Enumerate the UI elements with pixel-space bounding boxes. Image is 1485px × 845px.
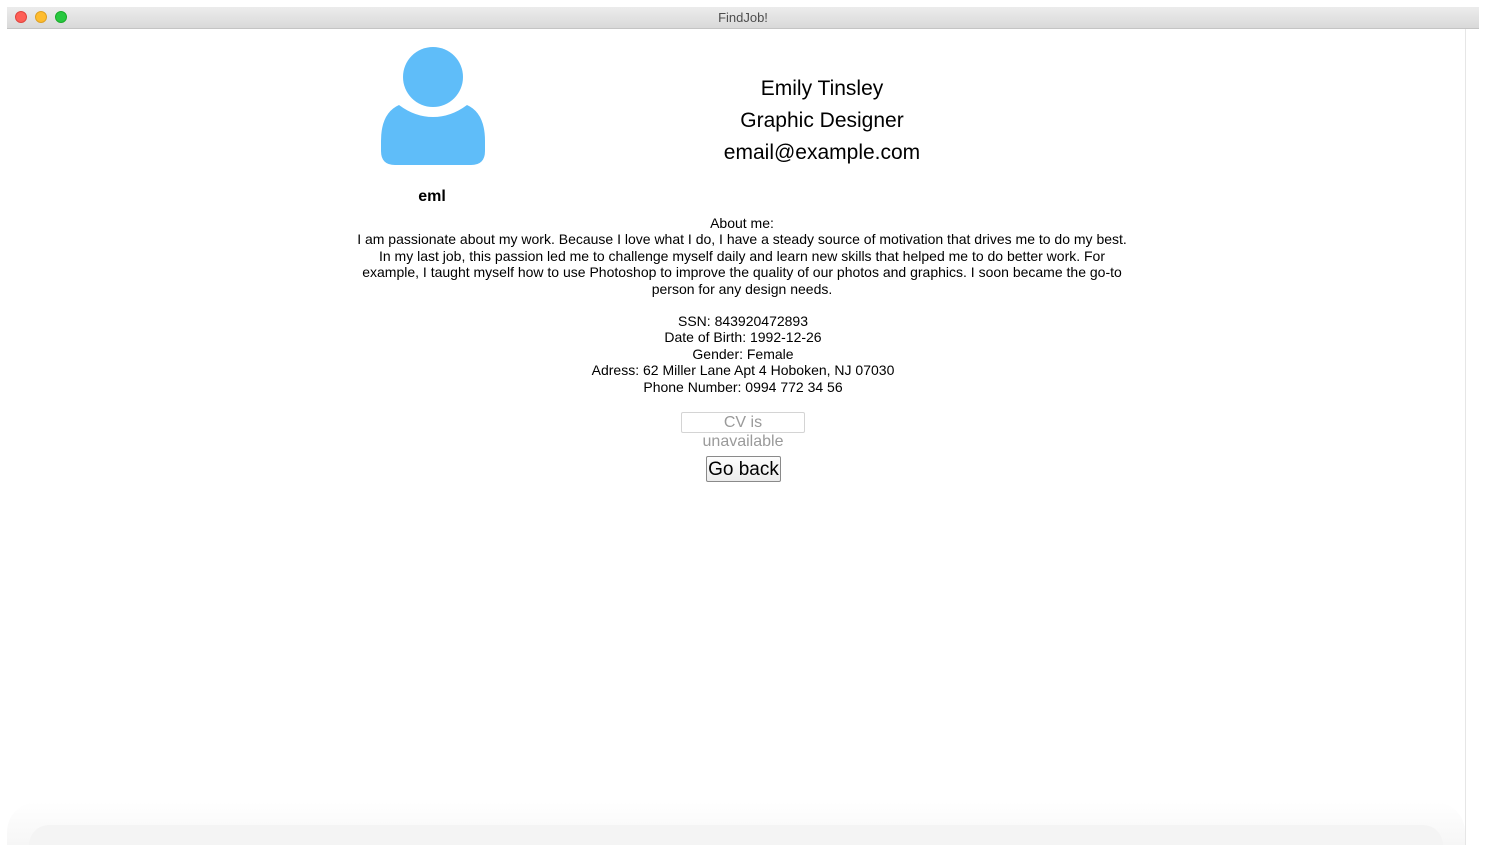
profile-email: email@example.com [723, 141, 921, 164]
about-section: About me: I am passionate about my work.… [352, 215, 1132, 297]
title-bar[interactable]: FindJob! [7, 7, 1479, 29]
gender-text: Gender: Female [692, 345, 794, 362]
about-label: About me: [710, 215, 774, 231]
personal-details: SSN: 843920472893 Date of Birth: 1992-12… [443, 313, 1043, 395]
ssn-text: SSN: 843920472893 [678, 313, 808, 329]
avatar-body [381, 105, 485, 165]
profile-role: Graphic Designer [740, 109, 904, 132]
dob-text: Date of Birth: 1992-12-26 [664, 329, 822, 346]
window-title: FindJob! [718, 10, 768, 25]
address-text: Adress: 62 Miller Lane Apt 4 Hoboken, NJ… [591, 362, 895, 379]
avatar-head [403, 47, 463, 107]
profile-header: Emily Tinsley Graphic Designer email@exa… [622, 75, 1022, 171]
scrollbar-track[interactable] [1465, 29, 1466, 845]
app-window: FindJob! eml Emily Tinsley Graphic Desig… [7, 7, 1479, 845]
user-silhouette-icon [381, 47, 485, 165]
username-label: eml [418, 188, 446, 205]
bottom-shadow-inner [29, 825, 1443, 845]
phone-text: Phone Number: 0994 772 34 56 [643, 378, 843, 395]
profile-name: Emily Tinsley [760, 77, 884, 100]
go-back-button[interactable]: Go back [706, 456, 781, 482]
cv-unavailable-button[interactable]: CV is unavailable [681, 412, 805, 450]
about-text: I am passionate about my work. Because I… [357, 231, 1127, 297]
